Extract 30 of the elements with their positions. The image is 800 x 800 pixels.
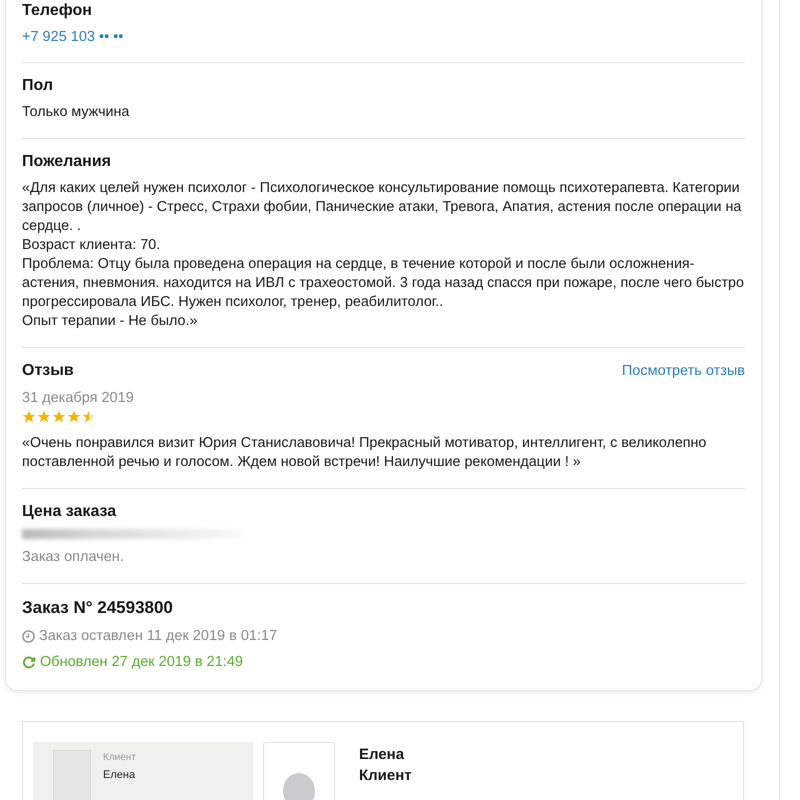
client-label: Клиент xyxy=(103,752,136,763)
star-icon xyxy=(52,410,66,424)
client-name: Елена xyxy=(103,769,136,781)
updated-date: Обновлен 27 дек 2019 в 21:49 xyxy=(40,653,243,672)
refresh-icon xyxy=(22,655,36,669)
text-paragraph: Проблема: Отцу была проведена операция на сердце, в течение которой и после были осложнения- астения, пневмония. находится на ИВЛ с трахеостомой. 3 года назад спасся при пожаре, после чего быстро прогрессировала ИБС. Нужен психолог, тренер, реабилитолог.. xyxy=(22,255,745,312)
star-icon xyxy=(37,410,51,424)
review-date: 31 декабря 2019 xyxy=(22,389,135,408)
payment-status: Заказ оплачен. xyxy=(22,548,125,567)
star-icon xyxy=(82,410,96,424)
section-title: Телефон xyxy=(22,2,92,20)
text-paragraph: Возраст клиента: 70. xyxy=(22,236,162,255)
profile-role: Клиент xyxy=(359,766,412,786)
section-title: Пол xyxy=(22,77,54,95)
section-title: Пожелания xyxy=(22,153,111,171)
text-paragraph: Только мужчина xyxy=(22,103,130,122)
text-paragraph: Опыт терапии - Не было.» xyxy=(22,312,198,331)
profile-name: Елена xyxy=(359,745,406,765)
section-title: Отзыв xyxy=(22,362,74,380)
review-text: «Очень понравился визит Юрия Станиславовича! Прекрасный мотиватор, интеллигент, с великолепно поставленной речью и голосом. Ждем новой встречи! Наилучшие рекомендации ! » xyxy=(22,434,708,472)
text-paragraph: «Для каких целей нужен психолог - Психологическое консультирование помощь психотерапевта. Категории запросов (личное) - Стресс, Страхи фобии, Панические атаки, Тревога, Апатия, астения после операции на сердце. . xyxy=(22,179,742,236)
created-date: Заказ оставлен 11 дек 2019 в 01:17 xyxy=(39,627,278,646)
section-title: Заказ N° 24593800 xyxy=(22,598,173,618)
section-title: Цена заказа xyxy=(22,503,116,521)
star-icon xyxy=(22,410,36,424)
view-review-link[interactable]: Посмотреть отзыв xyxy=(622,363,745,379)
star-icon xyxy=(67,410,81,424)
clock-icon xyxy=(22,630,35,642)
phone-link[interactable]: +7 925 103 •• •• xyxy=(22,29,124,45)
client-panel[interactable]: Клиент Елена xyxy=(33,742,253,800)
